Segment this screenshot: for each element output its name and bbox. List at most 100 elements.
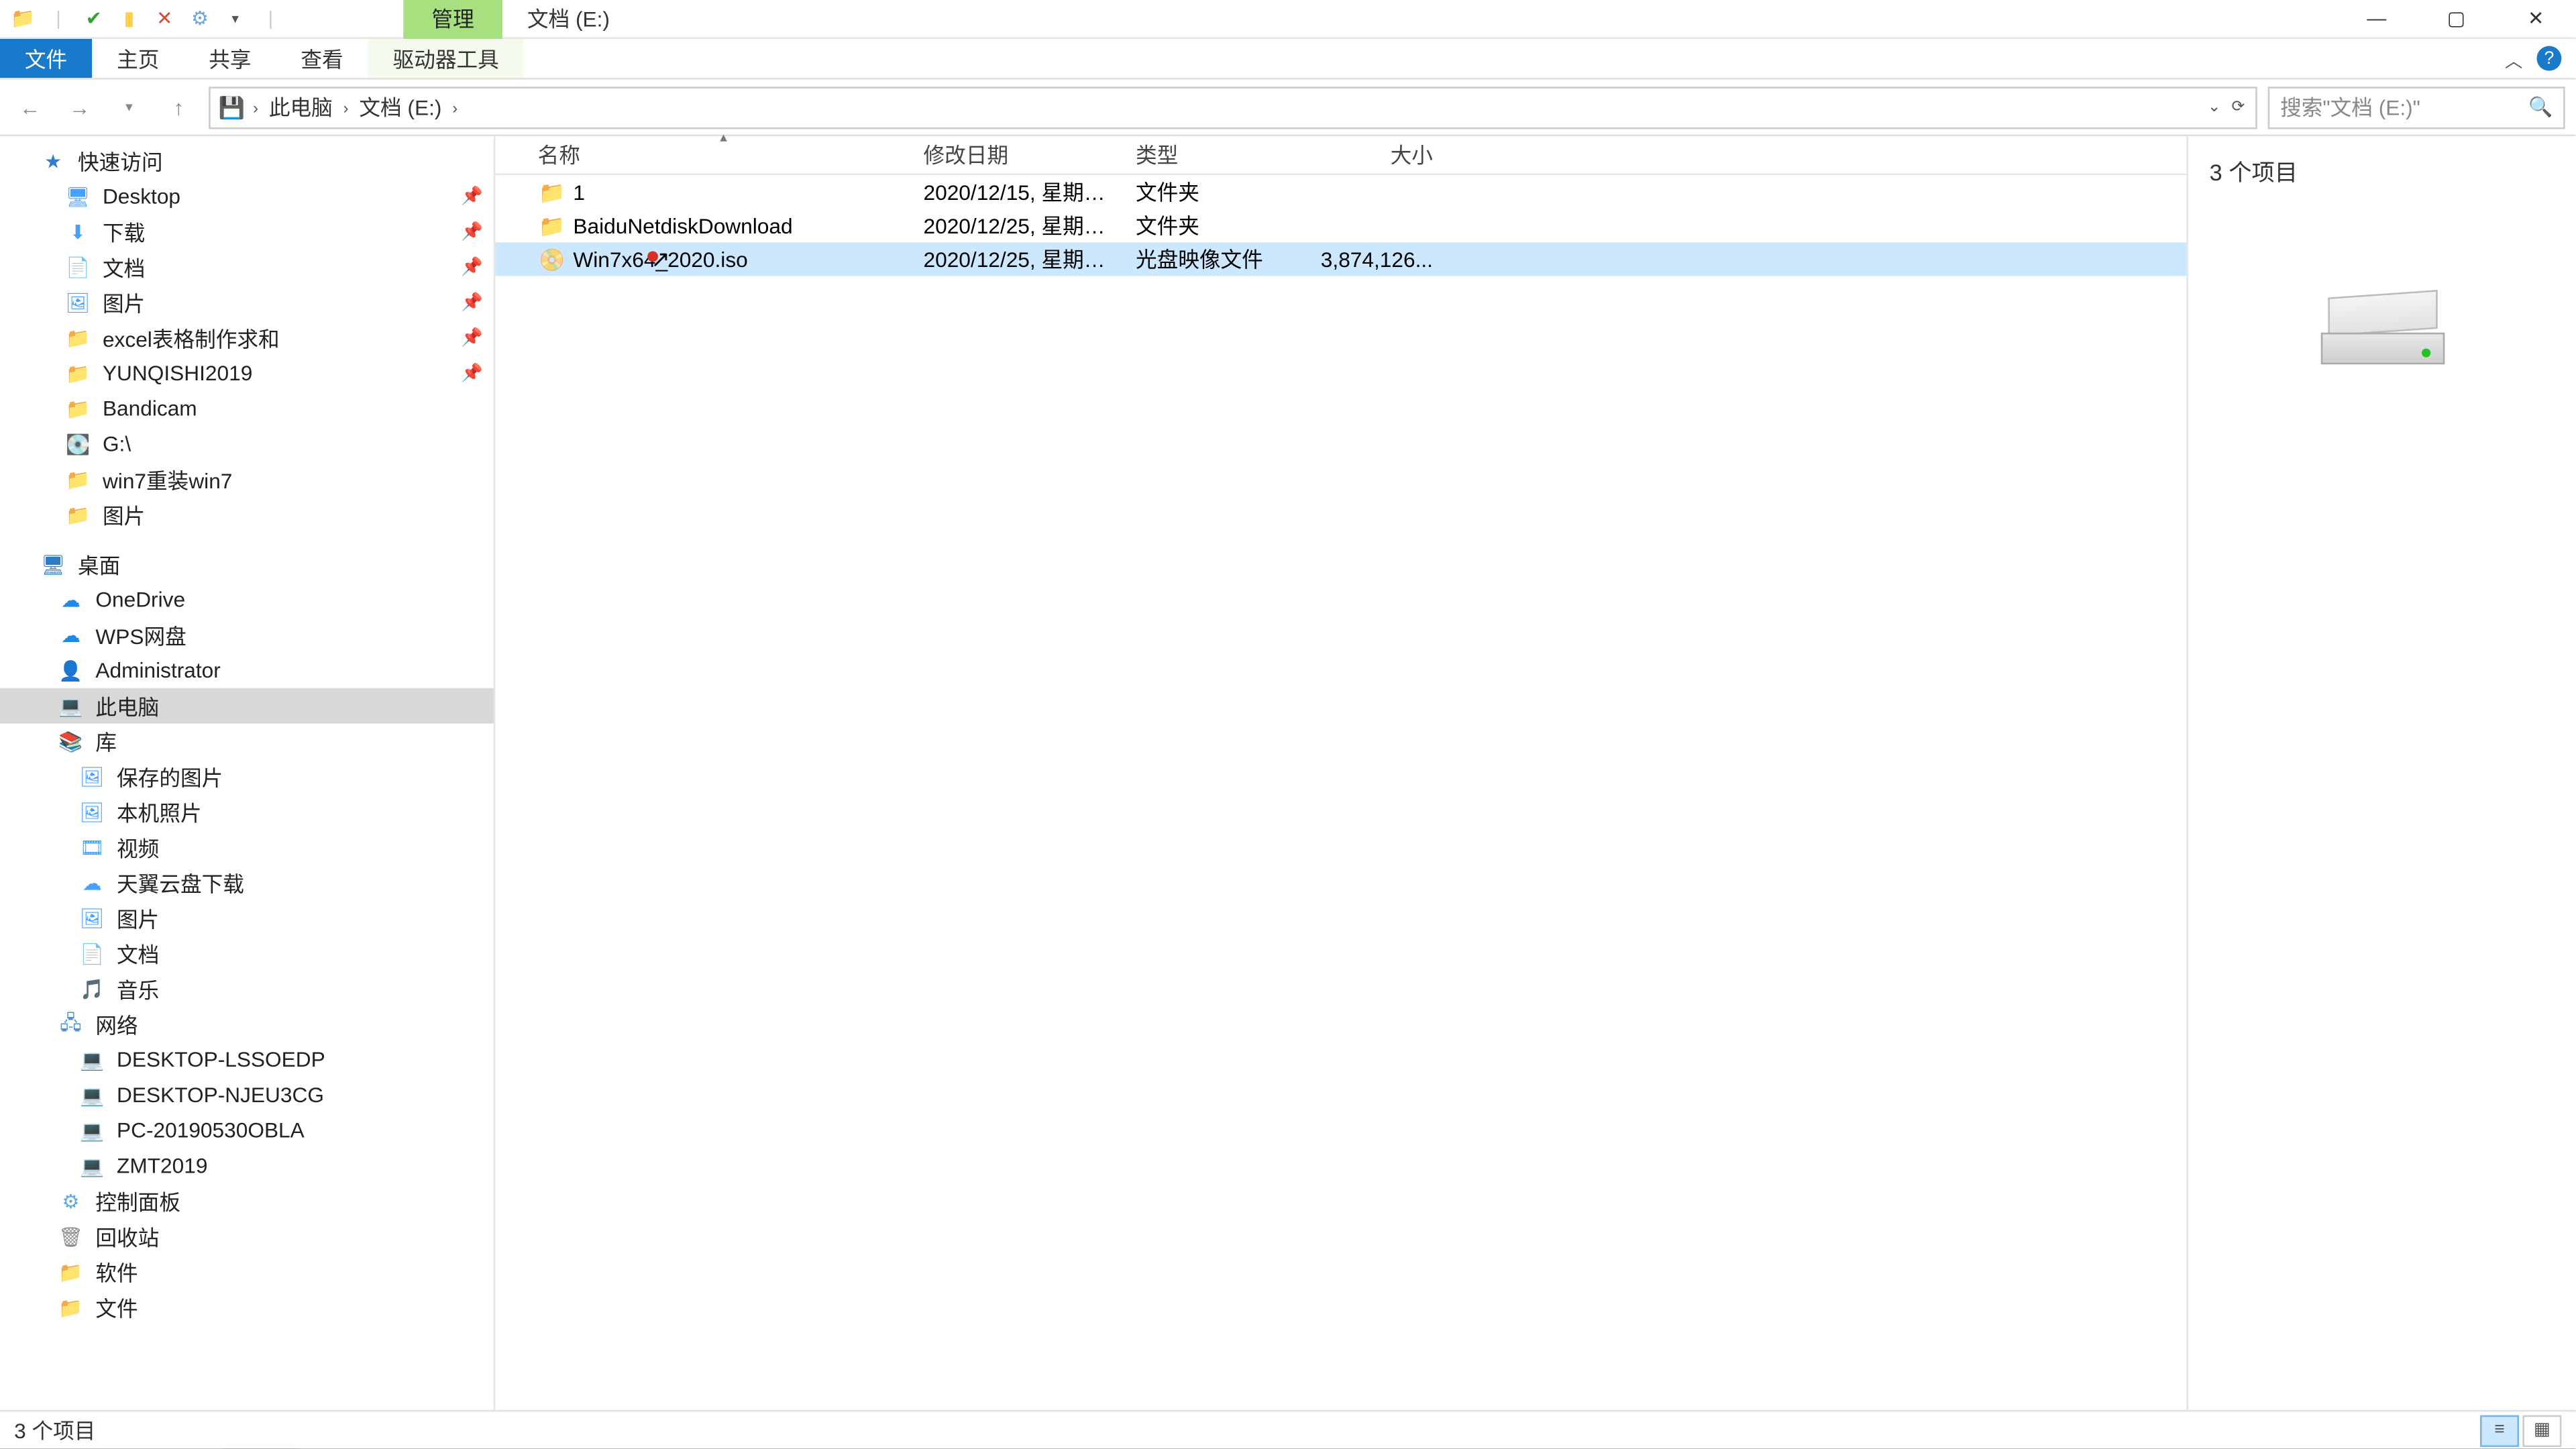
nav-lib-pictures[interactable]: 🖼图片	[0, 900, 494, 936]
address-box[interactable]: 💾 › 此电脑 › 文档 (E:) › ⌄ ⟳	[209, 86, 2257, 128]
folder-icon[interactable]: ▮	[117, 6, 142, 31]
column-date[interactable]: 修改日期	[913, 140, 1125, 170]
nav-thispc[interactable]: 💻此电脑	[0, 688, 494, 724]
refresh-icon[interactable]: ⟳	[2228, 97, 2248, 117]
nav-administrator[interactable]: 👤Administrator	[0, 653, 494, 688]
nav-net-pc4[interactable]: 💻ZMT2019	[0, 1148, 494, 1183]
ribbon-tab-home[interactable]: 主页	[92, 39, 184, 78]
nav-control-panel[interactable]: ⚙控制面板	[0, 1183, 494, 1219]
qat-close-icon[interactable]: ✕	[152, 6, 177, 31]
nav-lib-tianyi[interactable]: ☁天翼云盘下载	[0, 865, 494, 900]
ribbon-tabs: 文件 主页 共享 查看 驱动器工具 ︿ ?	[0, 39, 2575, 80]
breadcrumb-drive[interactable]: 文档 (E:)	[356, 92, 445, 122]
documents-icon: 📄	[78, 939, 106, 967]
navigation-pane[interactable]: ★快速访问 🖥Desktop📌 ⬇下载📌 📄文档📌 🖼图片📌 📁excel表格制…	[0, 136, 495, 1410]
nav-network[interactable]: 🖧网络	[0, 1006, 494, 1042]
minimize-button[interactable]: —	[2337, 0, 2416, 38]
maximize-button[interactable]: ▢	[2416, 0, 2496, 38]
music-icon: 🎵	[78, 975, 106, 1003]
file-list[interactable]: 名称▴ 修改日期 类型 大小 📁12020/12/15, 星期二 1...文件夹…	[495, 136, 2186, 1410]
nav-net-pc3[interactable]: 💻PC-20190530OBLA	[0, 1113, 494, 1148]
chevron-right-icon[interactable]: ›	[339, 98, 352, 115]
pc-icon: 💻	[78, 1081, 106, 1109]
nav-desktop[interactable]: 🖥Desktop📌	[0, 178, 494, 214]
search-input[interactable]: 搜索"文档 (E:)" 🔍	[2268, 86, 2565, 128]
pc-icon: 💻	[56, 692, 85, 720]
nav-desktop-root[interactable]: 🖥桌面	[0, 547, 494, 582]
breadcrumb-thispc[interactable]: 此电脑	[266, 92, 337, 122]
ribbon-tab-share[interactable]: 共享	[184, 39, 276, 78]
video-icon: 🎞	[78, 833, 106, 861]
nav-net-pc2[interactable]: 💻DESKTOP-NJEU3CG	[0, 1077, 494, 1113]
pin-icon: 📌	[461, 364, 483, 383]
nav-lib-video[interactable]: 🎞视频	[0, 830, 494, 865]
ribbon-tab-drive-tools[interactable]: 驱动器工具	[368, 39, 524, 78]
downloads-icon: ⬇	[64, 217, 92, 246]
address-dropdown-icon[interactable]: ⌄	[2204, 97, 2224, 117]
nav-win7reinstall[interactable]: 📁win7重装win7	[0, 462, 494, 497]
pictures-icon: 🖼	[78, 763, 106, 791]
help-icon[interactable]: ?	[2536, 46, 2561, 71]
nav-drive-g[interactable]: 💽G:\	[0, 427, 494, 462]
folder-icon: 📁	[64, 500, 92, 529]
status-item-count: 3 个项目	[14, 1415, 95, 1446]
table-row[interactable]: 📁BaiduNetdiskDownload2020/12/25, 星期五 1..…	[495, 209, 2186, 242]
nav-lib-docs[interactable]: 📄文档	[0, 936, 494, 971]
chevron-right-icon[interactable]: ›	[449, 98, 461, 115]
folder-icon: 📁	[64, 324, 92, 352]
back-button[interactable]: ←	[11, 88, 50, 127]
preview-pane: 3 个项目	[2186, 136, 2575, 1410]
table-row[interactable]: 📁12020/12/15, 星期二 1...文件夹	[495, 175, 2186, 209]
close-button[interactable]: ✕	[2496, 0, 2576, 38]
chevron-right-icon[interactable]: ›	[250, 98, 262, 115]
forward-button[interactable]: →	[60, 88, 99, 127]
ribbon-collapse-icon[interactable]: ︿	[2505, 45, 2522, 72]
recent-dropdown-icon[interactable]: ▾	[109, 88, 148, 127]
column-name[interactable]: 名称▴	[527, 140, 913, 170]
nav-net-pc1[interactable]: 💻DESKTOP-LSSOEDP	[0, 1042, 494, 1077]
qat-settings-icon[interactable]: ⚙	[188, 6, 213, 31]
nav-downloads[interactable]: ⬇下载📌	[0, 214, 494, 250]
pictures-icon: 🖼	[78, 904, 106, 932]
nav-yunqishi[interactable]: 📁YUNQISHI2019📌	[0, 356, 494, 391]
nav-software[interactable]: 📁软件	[0, 1254, 494, 1290]
column-type[interactable]: 类型	[1125, 140, 1302, 170]
qat-separator: |	[258, 6, 283, 31]
nav-wps[interactable]: ☁WPS网盘	[0, 617, 494, 653]
qat-check-icon[interactable]: ✔	[81, 6, 106, 31]
nav-recycle-bin[interactable]: 🗑回收站	[0, 1219, 494, 1254]
cloud-icon: ☁	[56, 621, 85, 649]
folder-icon: 📁	[64, 394, 92, 423]
folder-icon: 📁	[64, 359, 92, 387]
pin-icon: 📌	[461, 258, 483, 277]
control-panel-icon: ⚙	[56, 1187, 85, 1215]
view-details-button[interactable]: ≡	[2480, 1414, 2519, 1446]
nav-excel-folder[interactable]: 📁excel表格制作求和📌	[0, 320, 494, 356]
nav-lib-music[interactable]: 🎵音乐	[0, 971, 494, 1007]
disc-icon: 📀	[538, 245, 566, 273]
nav-onedrive[interactable]: ☁OneDrive	[0, 582, 494, 618]
ribbon-tab-file[interactable]: 文件	[0, 39, 92, 78]
pin-icon: 📌	[461, 328, 483, 347]
qat-dropdown-icon[interactable]: ▾	[223, 6, 248, 31]
nav-quick-access[interactable]: ★快速访问	[0, 144, 494, 179]
nav-libraries[interactable]: 📚库	[0, 724, 494, 759]
nav-bandicam[interactable]: 📁Bandicam	[0, 391, 494, 427]
library-icon: 📚	[56, 727, 85, 755]
column-size[interactable]: 大小	[1302, 140, 1444, 170]
nav-lib-saved[interactable]: 🖼保存的图片	[0, 759, 494, 794]
cell-date: 2020/12/25, 星期五 1...	[913, 244, 1125, 274]
search-icon[interactable]: 🔍	[2528, 95, 2553, 118]
app-icon: 📁	[11, 6, 36, 31]
nav-lib-camera[interactable]: 🖼本机照片	[0, 794, 494, 830]
nav-files[interactable]: 📁文件	[0, 1289, 494, 1325]
nav-pictures2[interactable]: 📁图片	[0, 497, 494, 533]
nav-pictures[interactable]: 🖼图片📌	[0, 285, 494, 321]
ribbon-tab-view[interactable]: 查看	[276, 39, 368, 78]
view-icons-button[interactable]: ▦	[2522, 1414, 2561, 1446]
up-button[interactable]: ↑	[159, 88, 198, 127]
nav-documents[interactable]: 📄文档📌	[0, 250, 494, 285]
folder-icon: 📁	[64, 466, 92, 494]
table-row[interactable]: 📀Win7x64_2020.iso2020/12/25, 星期五 1...光盘映…	[495, 242, 2186, 276]
contextual-tab-manage[interactable]: 管理	[403, 0, 502, 38]
